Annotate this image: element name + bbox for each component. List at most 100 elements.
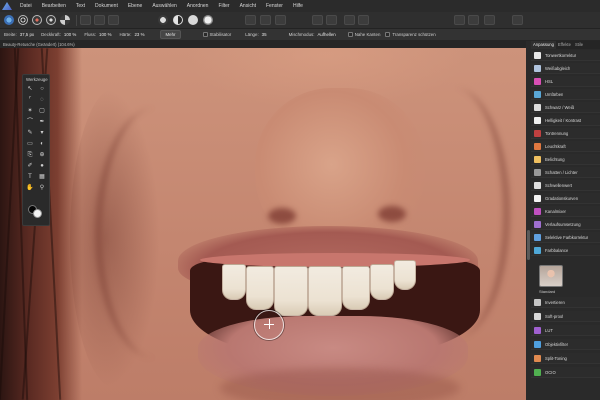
freehand-select-tool-icon[interactable]: ⌒ [26, 118, 34, 126]
adjustment-item[interactable]: Soft-proof [531, 311, 600, 322]
tone-mapping-persona-icon[interactable] [46, 15, 56, 25]
menu-ansicht[interactable]: Ansicht [235, 0, 261, 12]
adjustment-item[interactable]: Umfärben [531, 89, 600, 100]
grid-icon[interactable] [80, 15, 91, 25]
adjustment-item[interactable]: Schwarz / Weiß [531, 102, 600, 113]
adjustment-item[interactable]: Helligkeit / Kontrast [531, 115, 600, 126]
menu-text[interactable]: Text [71, 0, 90, 12]
adjustment-item[interactable]: Weißabgleich [531, 63, 600, 74]
refine-selection-icon[interactable] [260, 15, 271, 25]
color-swatch-icon[interactable] [344, 15, 355, 25]
assistant-icon[interactable] [484, 15, 495, 25]
haerte-field[interactable]: 23 % [134, 32, 144, 37]
stabilisator-checkbox[interactable] [202, 32, 208, 37]
adjustment-item[interactable]: Selektive Farbkorrektur [531, 232, 600, 243]
menu-ebene[interactable]: Ebene [123, 0, 147, 12]
liquify-persona-icon[interactable] [18, 15, 28, 25]
transform-icon[interactable] [94, 15, 105, 25]
adjustment-item[interactable]: Farbbalance [531, 245, 600, 256]
selection-brush-icon[interactable] [245, 15, 256, 25]
mesh-warp-tool-icon[interactable]: ▦ [38, 173, 46, 181]
menu-auswaehlen[interactable]: Auswählen [147, 0, 181, 12]
preset-thumbnail[interactable] [539, 265, 563, 287]
canvas[interactable]: Werkzeuge ↖ ○ ⌜ ◌ ✶ ▢ ⌒ ✒ ✎ ▾ ▭ ◐ ⎘ ⊕ ✐ … [0, 48, 526, 400]
haerte-label: Härte: [119, 32, 132, 37]
snapping-icon[interactable] [454, 15, 465, 25]
adjustment-item[interactable]: Leuchtkraft [531, 141, 600, 152]
breite-field[interactable]: 37,5 px [20, 32, 34, 37]
mischmodus-select[interactable]: Aufhellen [317, 32, 335, 37]
transparenz-checkbox[interactable] [385, 32, 391, 37]
view-tool-icon[interactable]: ○ [38, 85, 46, 93]
auto-white-balance-icon[interactable] [188, 15, 198, 25]
adjustment-item[interactable]: Gradationskurven [531, 193, 600, 204]
auto-colors-icon[interactable] [173, 15, 183, 25]
pen-tool-icon[interactable]: ✐ [26, 162, 34, 170]
fill-tool-icon[interactable]: ▾ [38, 129, 46, 137]
scrollbar-thumb[interactable] [527, 230, 530, 260]
erase-brush-tool-icon[interactable]: ▭ [26, 140, 34, 148]
text-tool-icon[interactable]: T [26, 173, 34, 181]
invert-selection-icon[interactable] [275, 15, 286, 25]
adjustment-item[interactable]: Verlaufsumsetzung [531, 219, 600, 230]
selection-brush-tool-icon[interactable]: ◌ [38, 96, 46, 104]
view-mode-icon[interactable] [468, 15, 479, 25]
deckkraft-field[interactable]: 100 % [64, 32, 76, 37]
blemish-tool-icon[interactable]: ⊕ [38, 151, 46, 159]
auto-exposure-icon[interactable] [203, 15, 213, 25]
menu-anordnen[interactable]: Anordnen [182, 0, 214, 12]
adjustment-item[interactable]: Invertieren [531, 297, 600, 308]
menu-filter[interactable]: Filter [213, 0, 234, 12]
menu-fenster[interactable]: Fenster [261, 0, 288, 12]
adjustment-item[interactable]: Kanalmixer [531, 206, 600, 217]
flood-select-tool-icon[interactable]: ✶ [26, 107, 34, 115]
move-tool-icon[interactable]: ↖ [26, 85, 34, 93]
paint-brush-tool-icon[interactable]: ✎ [26, 129, 34, 137]
laenge-field[interactable]: 35 [262, 32, 267, 37]
menu-dokument[interactable]: Dokument [90, 0, 123, 12]
tab-effekte[interactable]: Effekte [556, 41, 573, 49]
adjustment-item[interactable]: HSL [531, 76, 600, 87]
crop-tool-icon[interactable]: ⌜ [26, 96, 34, 104]
develop-persona-icon[interactable] [32, 15, 42, 25]
adjustment-item[interactable]: Tonwertkorrektur [531, 50, 600, 61]
adjustment-item[interactable]: LUT [531, 325, 600, 336]
right-panel: Anpassung Effekte Stile Tonwertkorrektur… [531, 41, 600, 400]
dodge-brush-tool-icon[interactable]: ◐ [38, 140, 46, 148]
select-none-icon[interactable] [326, 15, 337, 25]
adjustment-item[interactable]: Schatten / Lichter [531, 167, 600, 178]
quick-mask-icon[interactable] [312, 15, 323, 25]
hand-tool-icon[interactable]: ✋ [26, 184, 34, 192]
tab-stile[interactable]: Stile [573, 41, 585, 49]
auto-levels-icon[interactable] [108, 15, 119, 25]
adjustment-item[interactable]: Objektivfilter [531, 339, 600, 350]
clone-brush-tool-icon[interactable]: ⎘ [26, 151, 34, 159]
fluss-label: Fluss: [84, 32, 97, 37]
adjustment-item[interactable]: Tontrennung [531, 128, 600, 139]
adjustment-item[interactable]: OCIO [531, 367, 600, 378]
zoom-tool-icon[interactable]: ⚲ [38, 184, 46, 192]
auto-contrast-icon[interactable] [158, 15, 168, 25]
background-color-swatch[interactable] [33, 209, 42, 218]
adjustment-item[interactable]: Belichtung [531, 154, 600, 165]
fluss-field[interactable]: 100 % [99, 32, 111, 37]
adjustment-icon [534, 233, 541, 241]
photo-persona-icon[interactable] [4, 15, 14, 25]
mehr-button[interactable]: Mehr [160, 30, 181, 39]
tab-anpassung[interactable]: Anpassung [531, 41, 556, 49]
adjustment-item[interactable]: Split-Toning [531, 353, 600, 364]
color-picker-tool-icon[interactable]: ✒ [38, 118, 46, 126]
context-toolbar: Breite: 37,5 px Deckkraft: 100 % Fluss: … [0, 29, 600, 41]
menu-datei[interactable]: Datei [15, 0, 37, 12]
export-persona-icon[interactable] [60, 15, 70, 25]
settings-icon[interactable] [512, 15, 523, 25]
arrange-icon[interactable] [358, 15, 369, 25]
breite-label: Breite: [4, 32, 17, 37]
menu-bearbeiten[interactable]: Bearbeiten [37, 0, 71, 12]
menu-hilfe[interactable]: Hilfe [288, 0, 308, 12]
marquee-tool-icon[interactable]: ▢ [38, 107, 46, 115]
adjustment-item[interactable]: Schwellenwert [531, 180, 600, 191]
nahe-kanten-checkbox[interactable] [347, 32, 353, 37]
document-tab[interactable]: Beauty-Retusche (Geändert) (104.6%) [0, 41, 526, 48]
shape-tool-icon[interactable]: ● [38, 162, 46, 170]
